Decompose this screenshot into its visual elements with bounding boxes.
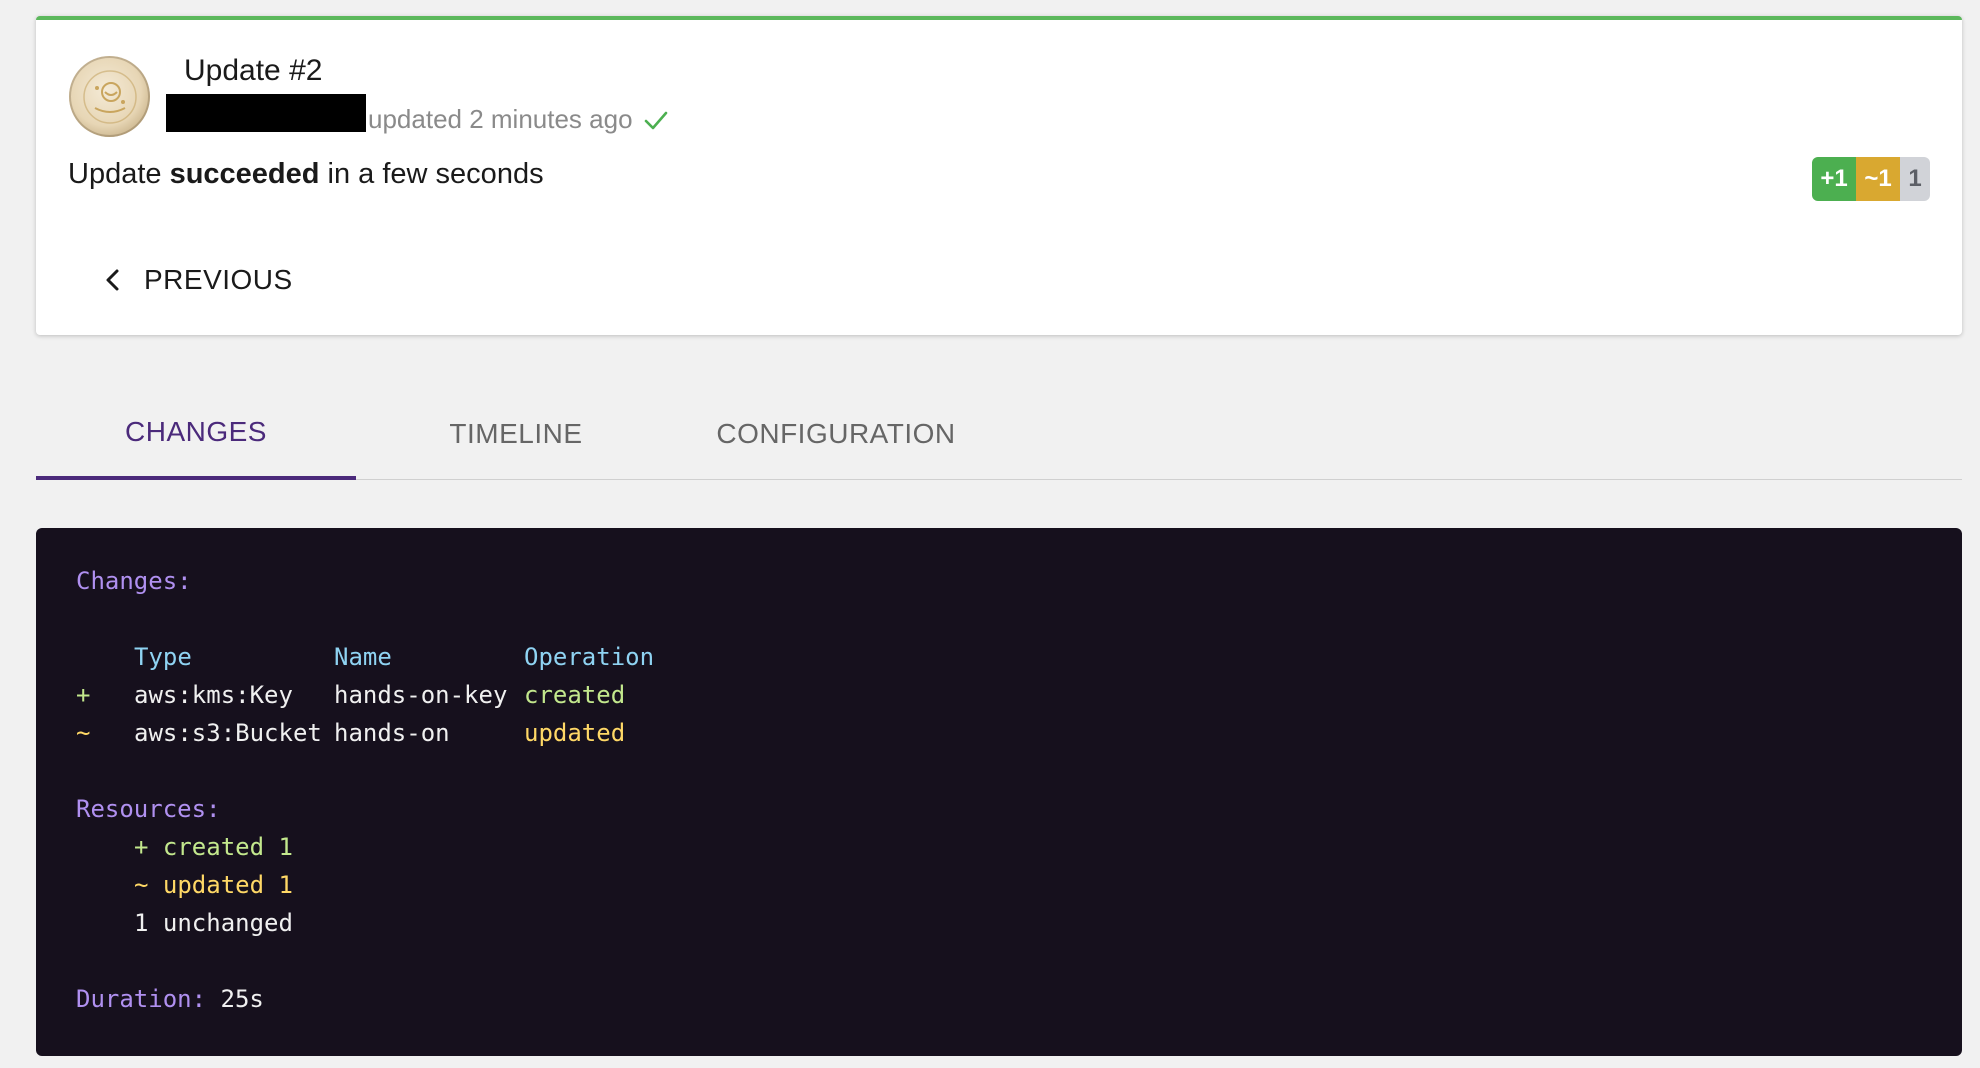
resources-updated: ~ updated 1 xyxy=(134,871,293,899)
check-icon xyxy=(644,111,667,129)
row-type: aws:s3:Bucket xyxy=(134,719,322,747)
tab-changes[interactable]: CHANGES xyxy=(36,388,356,480)
row-name: hands-on-key xyxy=(334,681,508,709)
avatar-image xyxy=(82,69,137,124)
duration-value: 25s xyxy=(220,985,264,1013)
row-symbol: + xyxy=(76,681,91,709)
column-type: Type xyxy=(134,643,192,671)
row-operation: updated xyxy=(524,719,626,747)
tab-configuration[interactable]: CONFIGURATION xyxy=(676,388,996,480)
previous-button[interactable]: PREVIOUS xyxy=(94,254,301,306)
duration-line: Duration: 25s xyxy=(76,984,264,1014)
avatar xyxy=(69,56,150,137)
row-type: aws:kms:Key xyxy=(134,681,293,709)
summary-status: succeeded xyxy=(169,158,320,190)
change-counts-badge: +1 ~1 1 xyxy=(1812,157,1930,201)
resources-unchanged: 1 unchanged xyxy=(134,909,293,937)
update-title: Update #2 xyxy=(184,54,323,87)
summary-suffix: in a few seconds xyxy=(319,158,544,190)
column-name: Name xyxy=(334,643,392,671)
duration-label: Duration: xyxy=(76,985,207,1013)
changes-output: Changes: Type Name Operation + aws:kms:K… xyxy=(36,528,1962,1056)
updated-time: updated 2 minutes ago xyxy=(368,104,633,134)
update-summary: Update succeeded in a few seconds xyxy=(68,158,544,191)
tab-bar: CHANGES TIMELINE CONFIGURATION xyxy=(36,388,1962,480)
updated-count: ~1 xyxy=(1856,157,1900,201)
created-count: +1 xyxy=(1812,157,1856,201)
row-name: hands-on xyxy=(334,719,450,747)
update-meta: updated 2 minutes ago xyxy=(368,104,669,135)
previous-label: PREVIOUS xyxy=(144,264,293,295)
row-symbol: ~ xyxy=(76,719,91,747)
chevron-left-icon xyxy=(106,269,119,291)
column-operation: Operation xyxy=(524,643,655,671)
resources-header: Resources: xyxy=(76,795,221,823)
tab-timeline[interactable]: TIMELINE xyxy=(356,388,676,480)
redacted-author xyxy=(166,94,366,132)
row-operation: created xyxy=(524,681,626,709)
resources-created: + created 1 xyxy=(134,833,293,861)
unchanged-count: 1 xyxy=(1900,157,1930,201)
update-card: Update #2 updated 2 minutes ago Update s… xyxy=(36,16,1962,335)
changes-header: Changes: xyxy=(76,567,192,595)
summary-prefix: Update xyxy=(68,158,170,190)
